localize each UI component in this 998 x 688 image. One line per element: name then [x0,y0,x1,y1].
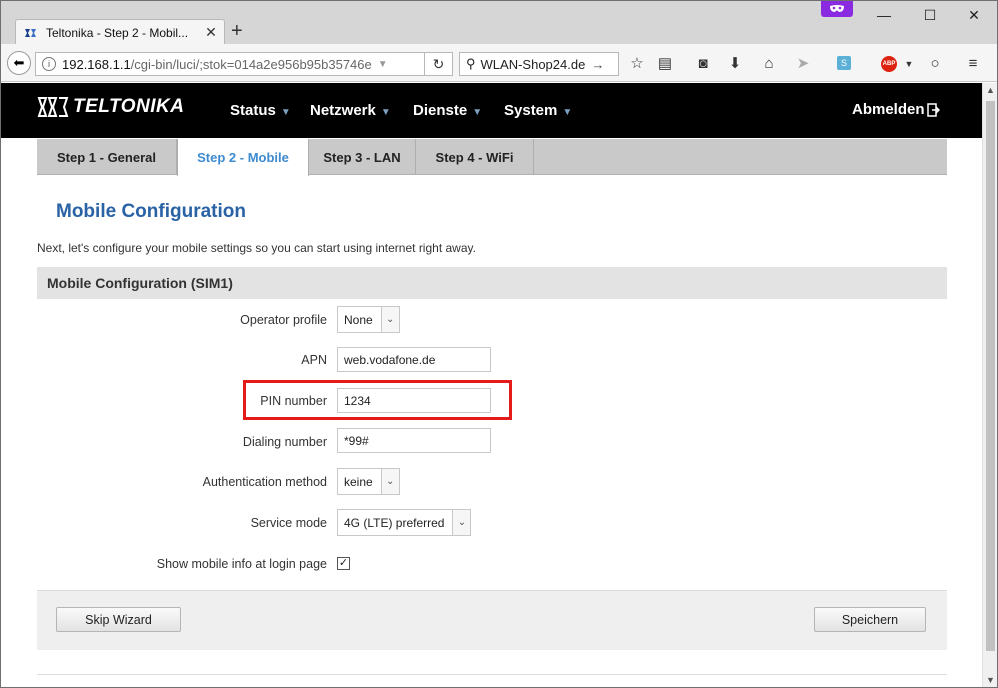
new-tab-icon[interactable]: + [231,21,243,41]
auth-method-value: keine [344,474,373,489]
page-scrollbar[interactable]: ▲ ▼ [982,83,997,687]
dialing-number-field[interactable]: *99# [337,428,491,453]
chevron-down-icon: ▼ [562,107,573,118]
chevron-down-icon: ▼ [380,107,391,118]
apn-label: APN [301,353,327,367]
private-browsing-mask-icon [821,1,853,17]
menu-system-label: System [504,102,558,119]
service-mode-select[interactable]: 4G (LTE) preferred ⌄ [337,509,472,536]
section-header: Mobile Configuration (SIM1) [37,267,947,299]
save-button[interactable]: Speichern [814,607,926,632]
show-info-checkbox[interactable]: ✓ [337,557,350,570]
reload-icon[interactable]: ↻ [425,52,453,76]
menu-status-label: Status [230,102,276,119]
chevron-down-icon: ▼ [472,107,483,118]
tab-step-mobile[interactable]: Step 2 - Mobile [177,139,309,176]
minimize-icon[interactable]: — [861,7,907,23]
hamburger-menu-icon[interactable]: ≡ [963,56,983,72]
back-arrow-icon[interactable]: ⬅ [7,51,31,75]
tab-step-mobile-label: Step 2 - Mobile [197,150,289,165]
url-path: /cgi-bin/luci/;stok=014a2e956b95b35746e [130,56,372,72]
apn-field[interactable]: web.vodafone.de [337,347,491,372]
teltonika-logo-mark-icon [37,97,69,117]
maximize-icon[interactable]: ☐ [907,7,953,24]
form-footer: Skip Wizard Speichern [37,590,947,650]
site-header: TELTONIKA Status ▼ Netzwerk ▼ Dienste ▼ Sys… [1,83,982,138]
browser-tab[interactable]: Teltonika - Step 2 - Mobil... ✕ [15,19,225,45]
scrollbar-thumb[interactable] [986,101,995,651]
save-label: Speichern [841,612,899,627]
operator-profile-label: Operator profile [240,313,327,327]
scroll-up-icon[interactable]: ▲ [983,85,998,95]
navigation-bar: ⬅ i 192.168.1.1/cgi-bin/luci/;stok=014a2… [1,44,997,82]
title-bar: Teltonika - Step 2 - Mobil... ✕ + — ☐ ✕ [1,1,997,45]
pin-label: PIN number [260,394,327,408]
dialing-number-label: Dialing number [242,435,327,449]
show-info-label: Show mobile info at login page [156,557,327,571]
chevron-down-icon: ⌄ [380,469,399,494]
adblock-plus-icon[interactable]: ABP [881,56,897,72]
wizard-steps: Step 1 - General Step 2 - Mobile Step 3 … [37,139,947,176]
logout-icon [926,102,940,117]
site-info-icon[interactable]: i [42,57,56,71]
auth-method-select[interactable]: keine ⌄ [337,468,400,495]
url-host: 192.168.1.1 [62,56,131,72]
section-title: Mobile Configuration (SIM1) [47,275,233,291]
logout-link[interactable]: Abmelden [852,101,940,118]
tab-step-lan-label: Step 3 - LAN [323,149,401,165]
chevron-down-icon: ⌄ [380,307,399,332]
search-icon: ⚲ [466,56,476,71]
skip-wizard-label: Skip Wizard [85,612,152,627]
intro-text: Next, let's configure your mobile settin… [37,241,476,255]
send-arrow-icon[interactable]: ➤ [793,56,813,72]
tab-title: Teltonika - Step 2 - Mobil... [46,25,189,40]
close-window-icon[interactable]: ✕ [951,7,997,24]
page-title: Mobile Configuration [56,201,246,222]
logout-label: Abmelden [852,101,925,118]
close-tab-icon[interactable]: ✕ [202,24,220,41]
url-dropdown-icon[interactable]: ▼ [378,59,388,70]
search-bar[interactable]: ⚲ WLAN-Shop24.de → [459,52,619,76]
teltonika-logo[interactable]: TELTONIKA [37,96,184,118]
tab-step-lan[interactable]: Step 3 - LAN [309,139,416,175]
s-extension-icon[interactable]: S [837,56,851,70]
reader-list-icon[interactable]: ▤ [655,56,675,72]
search-text: WLAN-Shop24.de [480,56,586,72]
tab-step-wifi[interactable]: Step 4 - WiFi [416,139,534,175]
teltonika-favicon-icon [25,28,36,37]
home-icon[interactable]: ⌂ [759,56,779,72]
scroll-down-icon[interactable]: ▼ [983,675,998,685]
divider [37,674,947,675]
tab-step-general-label: Step 1 - General [57,149,156,165]
search-go-arrow-icon[interactable]: → [591,57,604,72]
menu-status[interactable]: Status ▼ [230,102,291,119]
pocket-icon[interactable]: ◙ [693,56,713,72]
tab-step-wifi-label: Step 4 - WiFi [435,149,514,165]
menu-system[interactable]: System ▼ [504,102,572,119]
bookmark-star-icon[interactable]: ☆ [627,56,647,72]
download-arrow-icon[interactable]: ⬇ [725,56,745,72]
service-mode-value: 4G (LTE) preferred [344,515,445,530]
operator-profile-value: None [344,312,373,327]
chat-bubble-icon[interactable]: ○ [925,56,945,72]
menu-dienste[interactable]: Dienste ▼ [413,102,482,119]
checkmark-icon: ✓ [338,557,349,569]
skip-wizard-button[interactable]: Skip Wizard [56,607,181,632]
auth-method-label: Authentication method [202,475,327,489]
brand-name: TELTONIKA [73,96,185,117]
chevron-down-icon: ⌄ [452,510,471,535]
tab-step-general[interactable]: Step 1 - General [37,139,177,175]
adblock-dropdown-icon[interactable]: ▼ [899,56,919,72]
url-bar[interactable]: i 192.168.1.1/cgi-bin/luci/;stok=014a2e9… [35,52,425,76]
service-mode-label: Service mode [250,516,327,530]
menu-netzwerk[interactable]: Netzwerk ▼ [310,102,391,119]
menu-netzwerk-label: Netzwerk [310,102,376,119]
operator-profile-select[interactable]: None ⌄ [337,306,400,333]
chevron-down-icon: ▼ [280,107,291,118]
browser-window: Teltonika - Step 2 - Mobil... ✕ + — ☐ ✕ … [0,0,998,688]
pin-field[interactable]: 1234 [337,388,491,413]
menu-dienste-label: Dienste [413,102,468,119]
